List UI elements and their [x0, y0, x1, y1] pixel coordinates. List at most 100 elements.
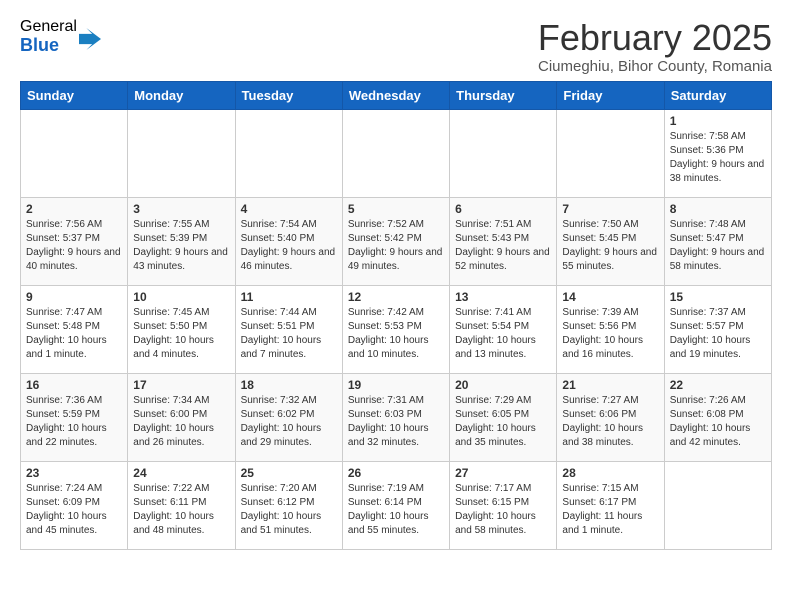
header-tuesday: Tuesday [235, 81, 342, 109]
day-number: 8 [670, 202, 766, 216]
day-info: Sunrise: 7:52 AM Sunset: 5:42 PM Dayligh… [348, 218, 444, 274]
day-number: 3 [133, 202, 229, 216]
day-info: Sunrise: 7:56 AM Sunset: 5:37 PM Dayligh… [26, 218, 122, 274]
calendar-cell [128, 109, 235, 197]
calendar-cell: 25 Sunrise: 7:20 AM Sunset: 6:12 PM Dayli… [235, 461, 342, 549]
day-info: Sunrise: 7:58 AM Sunset: 5:36 PM Dayligh… [670, 130, 766, 186]
day-info: Sunrise: 7:34 AM Sunset: 6:00 PM Dayligh… [133, 394, 229, 450]
day-number: 10 [133, 290, 229, 304]
day-info: Sunrise: 7:42 AM Sunset: 5:53 PM Dayligh… [348, 306, 444, 362]
calendar-cell [21, 109, 128, 197]
calendar-cell [450, 109, 557, 197]
day-number: 16 [26, 378, 122, 392]
day-info: Sunrise: 7:27 AM Sunset: 6:06 PM Dayligh… [562, 394, 658, 450]
calendar-cell: 20Sunrise: 7:29 AM Sunset: 6:05 PM Dayli… [450, 373, 557, 461]
day-number: 13 [455, 290, 551, 304]
header-monday: Monday [128, 81, 235, 109]
calendar-cell: 18 Sunrise: 7:32 AM Sunset: 6:02 PM Dayli… [235, 373, 342, 461]
day-info: Sunrise: 7:44 AM Sunset: 5:51 PM Dayligh… [241, 306, 337, 362]
day-info: Sunrise: 7:24 AM Sunset: 6:09 PM Dayligh… [26, 482, 122, 538]
calendar-cell: 11 Sunrise: 7:44 AM Sunset: 5:51 PM Dayli… [235, 285, 342, 373]
calendar-cell: 2 Sunrise: 7:56 AM Sunset: 5:37 PM Daylig… [21, 197, 128, 285]
day-info: Sunrise: 7:50 AM Sunset: 5:45 PM Dayligh… [562, 218, 658, 274]
calendar-cell: 28 Sunrise: 7:15 AM Sunset: 6:17 PM Dayli… [557, 461, 664, 549]
header: General Blue February 2025 Ciumeghiu, Bi… [20, 18, 772, 75]
calendar-cell: 26 Sunrise: 7:19 AM Sunset: 6:14 PM Dayli… [342, 461, 449, 549]
day-number: 25 [241, 466, 337, 480]
day-info: Sunrise: 7:15 AM Sunset: 6:17 PM Dayligh… [562, 482, 658, 538]
calendar-table: Sunday Monday Tuesday Wednesday Thursday… [20, 81, 772, 550]
calendar-cell: 21 Sunrise: 7:27 AM Sunset: 6:06 PM Dayli… [557, 373, 664, 461]
header-saturday: Saturday [664, 81, 771, 109]
day-info: Sunrise: 7:17 AM Sunset: 6:15 PM Dayligh… [455, 482, 551, 538]
day-info: Sunrise: 7:41 AM Sunset: 5:54 PM Dayligh… [455, 306, 551, 362]
calendar-cell: 27 Sunrise: 7:17 AM Sunset: 6:15 PM Dayli… [450, 461, 557, 549]
day-info: Sunrise: 7:22 AM Sunset: 6:11 PM Dayligh… [133, 482, 229, 538]
day-number: 22 [670, 378, 766, 392]
day-number: 12 [348, 290, 444, 304]
header-friday: Friday [557, 81, 664, 109]
calendar-cell: 5 Sunrise: 7:52 AM Sunset: 5:42 PM Daylig… [342, 197, 449, 285]
day-number: 28 [562, 466, 658, 480]
calendar-cell: 12 Sunrise: 7:42 AM Sunset: 5:53 PM Dayli… [342, 285, 449, 373]
calendar-week-1: 1Sunrise: 7:58 AM Sunset: 5:36 PM Daylig… [21, 109, 772, 197]
day-number: 27 [455, 466, 551, 480]
day-number: 20 [455, 378, 551, 392]
day-info: Sunrise: 7:20 AM Sunset: 6:12 PM Dayligh… [241, 482, 337, 538]
day-number: 18 [241, 378, 337, 392]
day-number: 4 [241, 202, 337, 216]
day-info: Sunrise: 7:37 AM Sunset: 5:57 PM Dayligh… [670, 306, 766, 362]
header-row: Sunday Monday Tuesday Wednesday Thursday… [21, 81, 772, 109]
calendar-cell: 14Sunrise: 7:39 AM Sunset: 5:56 PM Dayli… [557, 285, 664, 373]
logo-general: General [20, 18, 77, 36]
calendar-cell: 22Sunrise: 7:26 AM Sunset: 6:08 PM Dayli… [664, 373, 771, 461]
day-info: Sunrise: 7:31 AM Sunset: 6:03 PM Dayligh… [348, 394, 444, 450]
day-info: Sunrise: 7:54 AM Sunset: 5:40 PM Dayligh… [241, 218, 337, 274]
calendar-cell: 6 Sunrise: 7:51 AM Sunset: 5:43 PM Daylig… [450, 197, 557, 285]
day-number: 21 [562, 378, 658, 392]
calendar-cell: 23Sunrise: 7:24 AM Sunset: 6:09 PM Dayli… [21, 461, 128, 549]
calendar-cell [664, 461, 771, 549]
day-info: Sunrise: 7:47 AM Sunset: 5:48 PM Dayligh… [26, 306, 122, 362]
logo-text: General Blue [20, 18, 77, 55]
calendar-cell: 9 Sunrise: 7:47 AM Sunset: 5:48 PM Daylig… [21, 285, 128, 373]
day-info: Sunrise: 7:19 AM Sunset: 6:14 PM Dayligh… [348, 482, 444, 538]
logo-arrow-icon [79, 28, 101, 50]
day-number: 2 [26, 202, 122, 216]
day-info: Sunrise: 7:45 AM Sunset: 5:50 PM Dayligh… [133, 306, 229, 362]
calendar-cell: 8 Sunrise: 7:48 AM Sunset: 5:47 PM Daylig… [664, 197, 771, 285]
day-number: 14 [562, 290, 658, 304]
day-number: 17 [133, 378, 229, 392]
calendar-cell [557, 109, 664, 197]
calendar-cell [342, 109, 449, 197]
title-block: February 2025 Ciumeghiu, Bihor County, R… [538, 18, 772, 75]
day-number: 15 [670, 290, 766, 304]
day-number: 24 [133, 466, 229, 480]
day-number: 11 [241, 290, 337, 304]
calendar-cell: 7 Sunrise: 7:50 AM Sunset: 5:45 PM Daylig… [557, 197, 664, 285]
day-number: 26 [348, 466, 444, 480]
header-thursday: Thursday [450, 81, 557, 109]
calendar-cell [235, 109, 342, 197]
calendar-cell: 24 Sunrise: 7:22 AM Sunset: 6:11 PM Dayli… [128, 461, 235, 549]
day-number: 6 [455, 202, 551, 216]
calendar-cell: 19Sunrise: 7:31 AM Sunset: 6:03 PM Dayli… [342, 373, 449, 461]
page: General Blue February 2025 Ciumeghiu, Bi… [0, 0, 792, 568]
calendar-header: Sunday Monday Tuesday Wednesday Thursday… [21, 81, 772, 109]
calendar-cell: 3Sunrise: 7:55 AM Sunset: 5:39 PM Daylig… [128, 197, 235, 285]
calendar-cell: 16Sunrise: 7:36 AM Sunset: 5:59 PM Dayli… [21, 373, 128, 461]
day-number: 5 [348, 202, 444, 216]
header-wednesday: Wednesday [342, 81, 449, 109]
day-info: Sunrise: 7:51 AM Sunset: 5:43 PM Dayligh… [455, 218, 551, 274]
day-number: 9 [26, 290, 122, 304]
header-sunday: Sunday [21, 81, 128, 109]
logo-blue: Blue [20, 36, 77, 56]
calendar-cell: 4 Sunrise: 7:54 AM Sunset: 5:40 PM Daylig… [235, 197, 342, 285]
calendar-cell: 1Sunrise: 7:58 AM Sunset: 5:36 PM Daylig… [664, 109, 771, 197]
day-number: 7 [562, 202, 658, 216]
calendar-week-4: 16Sunrise: 7:36 AM Sunset: 5:59 PM Dayli… [21, 373, 772, 461]
logo: General Blue [20, 18, 101, 55]
calendar-body: 1Sunrise: 7:58 AM Sunset: 5:36 PM Daylig… [21, 109, 772, 549]
day-info: Sunrise: 7:32 AM Sunset: 6:02 PM Dayligh… [241, 394, 337, 450]
day-info: Sunrise: 7:48 AM Sunset: 5:47 PM Dayligh… [670, 218, 766, 274]
